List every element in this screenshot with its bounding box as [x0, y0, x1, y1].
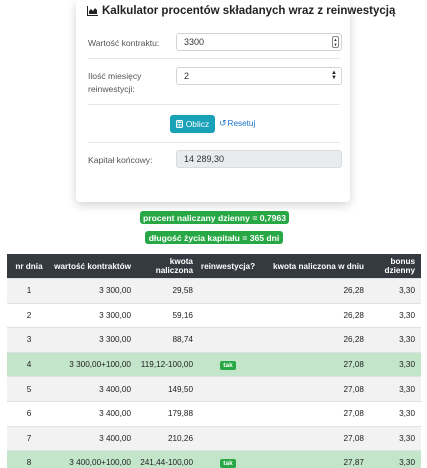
cell-bonus: 3,30 [399, 384, 415, 394]
cell-reinvest: tak [193, 458, 263, 468]
months-label-line1: Ilość miesięcy [88, 71, 142, 81]
header-accrued: kwota naliczona [155, 257, 193, 275]
cell-accrued: 29,58 [172, 286, 194, 296]
number-spinner-icon[interactable]: ▲ ▼ [332, 36, 339, 48]
final-capital-field: 14 289,30 [176, 150, 342, 168]
cell-accrued-day: 27,08 [343, 384, 365, 394]
table-row: 5 3 400,00 149,50 27,08 3,30 [7, 376, 421, 401]
cell-contracts: 3 400,00 [99, 433, 131, 443]
undo-icon: ↺ [219, 118, 227, 128]
cell-bonus: 3,30 [399, 458, 415, 468]
table-row: 7 3 400,00 210,26 27,08 3,30 [7, 425, 421, 451]
cell-bonus: 3,30 [399, 286, 415, 296]
cell-bonus: 3,30 [399, 360, 415, 370]
cell-accrued: 119,12-100,00 [140, 360, 193, 370]
header-accrued-day: kwota naliczona w dniu [273, 261, 364, 271]
daily-rate-badge: procent naliczany dzienny = 0,7963 [140, 211, 289, 224]
cell-accrued-day: 26,28 [343, 335, 365, 345]
lifetime-badge: długość życia kapitału = 365 dni [145, 231, 283, 244]
cell-bonus: 3,30 [399, 433, 415, 443]
cell-accrued: 149,50 [167, 384, 193, 394]
select-caret-icon: ▲ ▼ [331, 70, 337, 81]
cell-accrued: 241,44-100,00 [140, 458, 193, 468]
header-reinvest: reinwestycja? [200, 261, 256, 271]
cell-contracts: 3 300,00 [99, 310, 131, 320]
cell-reinvest: tak [193, 360, 263, 370]
months-value-text: 2 [184, 71, 190, 81]
area-chart-icon [87, 6, 98, 16]
contract-value-input[interactable]: 3300 ▲ ▼ [176, 33, 342, 51]
months-label-line2: reinwestycji: [88, 84, 135, 94]
cell-day: 4 [26, 360, 32, 370]
final-capital-value: 14 289,30 [184, 154, 225, 164]
reinvest-badge: tak [220, 360, 236, 370]
cell-day: 8 [26, 458, 32, 468]
months-label: Ilość miesięcy reinwestycji: [88, 70, 141, 96]
contract-label: Wartość kontraktu: [88, 38, 160, 48]
header-contracts: wartość kontraktów [54, 261, 131, 271]
calculator-icon [175, 120, 183, 128]
table-header: nr dnia wartość kontraktów kwota naliczo… [7, 254, 421, 278]
cell-accrued-day: 27,08 [343, 360, 365, 370]
cell-bonus: 3,30 [399, 335, 415, 345]
reinvest-badge: tak [220, 458, 236, 468]
cell-bonus: 3,30 [399, 409, 415, 419]
cell-accrued-day: 26,28 [343, 286, 365, 296]
table-row: 1 3 300,00 29,58 26,28 3,30 [7, 278, 421, 303]
reset-link-label: Resetuj [227, 119, 256, 128]
cell-contracts: 3 400,00+100,00 [69, 458, 131, 468]
cell-contracts: 3 300,00 [99, 335, 131, 345]
cell-contracts: 3 300,00 [99, 286, 131, 296]
table-body: 1 3 300,00 29,58 26,28 3,30 2 3 300,00 59,16 26,… [7, 278, 421, 468]
divider [88, 58, 340, 59]
calculator-card: Kalkulator procentów składanych wraz z r… [76, 0, 395, 202]
cell-bonus: 3,30 [399, 310, 415, 320]
final-capital-label: Kapitał końcowy: [88, 155, 153, 165]
cell-accrued: 88,74 [172, 335, 194, 345]
cell-accrued-day: 27,08 [343, 433, 365, 443]
table-row: 2 3 300,00 59,16 26,28 3,30 [7, 302, 421, 328]
cell-accrued-day: 27,08 [343, 409, 365, 419]
contract-value-text: 3300 [184, 37, 205, 47]
cell-contracts: 3 300,00+100,00 [69, 360, 131, 370]
calculate-button-label: Oblicz [185, 119, 210, 129]
reset-link[interactable]: ↺ Resetuj [219, 118, 255, 129]
cell-accrued: 210,26 [167, 433, 193, 443]
cell-day: 1 [26, 286, 32, 296]
cell-accrued: 59,16 [172, 310, 194, 320]
table-row: 3 3 300,00 88,74 26,28 3,30 [7, 327, 421, 352]
months-select[interactable]: 2 ▲ ▼ [176, 67, 342, 85]
cell-accrued-day: 26,28 [343, 310, 365, 320]
cell-day: 7 [26, 433, 32, 443]
card-title-text: Kalkulator procentów składanych wraz z r… [102, 5, 396, 17]
cell-day: 5 [26, 384, 32, 394]
divider [88, 142, 340, 143]
results-table: nr dnia wartość kontraktów kwota naliczo… [7, 254, 421, 468]
calculate-button[interactable]: Oblicz [170, 115, 215, 133]
card-title: Kalkulator procentów składanych wraz z r… [87, 3, 395, 19]
cell-contracts: 3 400,00 [99, 384, 131, 394]
header-bonus: bonus dzienny [384, 257, 415, 275]
divider [88, 104, 340, 105]
cell-accrued-day: 27,87 [343, 458, 365, 468]
header-day: nr dnia [15, 261, 43, 271]
cell-day: 3 [26, 335, 32, 345]
cell-contracts: 3 400,00 [99, 409, 131, 419]
cell-accrued: 179,88 [167, 409, 193, 419]
cell-day: 6 [26, 409, 32, 419]
cell-day: 2 [26, 310, 32, 320]
table-row: 8 3 400,00+100,00 241,44-100,00 tak 27,87 3,3… [7, 450, 421, 468]
table-row: 6 3 400,00 179,88 27,08 3,30 [7, 400, 421, 426]
table-row: 4 3 300,00+100,00 119,12-100,00 tak 27,08 3,3… [7, 351, 421, 377]
